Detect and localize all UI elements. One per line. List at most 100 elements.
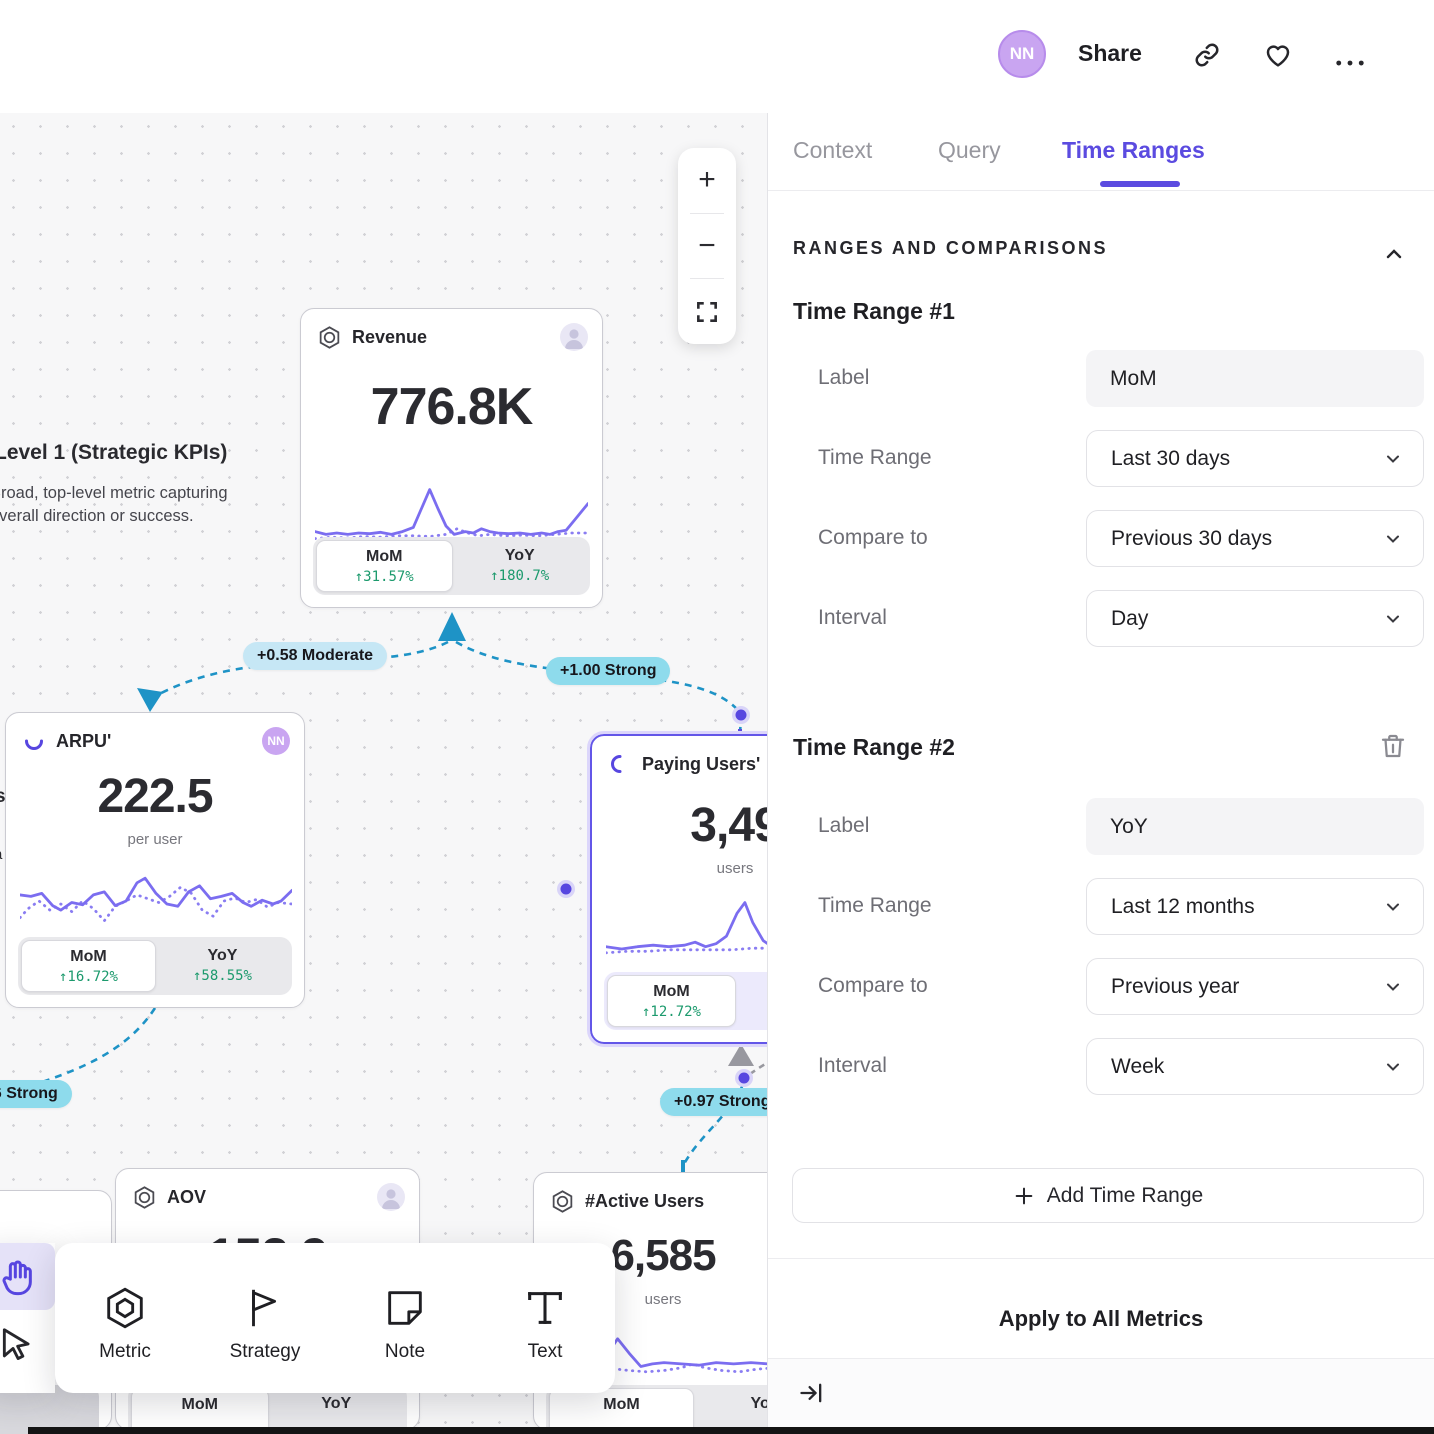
metric-value: 776.8K (301, 377, 602, 437)
card-title: AOV (167, 1187, 206, 1208)
toggle-label: MoM (132, 1395, 268, 1415)
owner-avatar-icon (377, 1183, 405, 1211)
favorite-heart-icon[interactable] (1263, 40, 1293, 70)
zoom-out-button[interactable]: − (678, 214, 736, 279)
interval-select[interactable]: Day (1086, 590, 1424, 647)
toggle-value: ↑31.57% (317, 567, 452, 587)
chevron-down-icon (1383, 1057, 1403, 1077)
add-time-range-label: Add Time Range (1047, 1184, 1203, 1208)
toolbar-strategy-button[interactable]: Strategy (205, 1273, 325, 1363)
field-label: Interval (818, 606, 887, 630)
toggle-label: YoY (694, 1394, 768, 1414)
metric-hexagon-icon (132, 1185, 157, 1210)
collapse-panel-icon[interactable] (798, 1379, 826, 1407)
cursor-icon (0, 1325, 36, 1363)
toggle-label: YoY (156, 946, 289, 966)
delete-time-range-icon[interactable] (1378, 731, 1408, 761)
fullscreen-button[interactable] (678, 279, 736, 344)
metric-value: 222.5 (6, 769, 304, 824)
metric-card-paying-users[interactable]: Paying Users' 3,49 users MoM ↑12.72% (590, 734, 768, 1044)
toggle-label: MoM (317, 547, 452, 567)
clipped-text-fragment: a (0, 846, 2, 863)
toggle-label: YoY (269, 1394, 405, 1414)
owner-avatar-icon (560, 323, 588, 351)
metric-hexagon-icon (317, 325, 342, 350)
compare-to-select[interactable]: Previous 30 days (1086, 510, 1424, 567)
chevron-down-icon (1383, 977, 1403, 997)
text-icon (485, 1273, 605, 1331)
toggle-yoy[interactable]: YoY ↑58.55% (156, 940, 289, 992)
correlation-badge[interactable]: +1.00 Strong (546, 657, 670, 685)
select-value: Previous 30 days (1111, 527, 1272, 551)
divider (768, 1258, 1434, 1259)
correlation-badge[interactable]: +0.58 Moderate (243, 642, 387, 670)
metric-card-revenue[interactable]: Revenue 776.8K MoM ↑31.57% YoY ↑180.7% (300, 308, 603, 608)
tab-query[interactable]: Query (938, 137, 1001, 164)
comparison-toggle: MoM ↑16.72% YoY ↑58.55% (18, 937, 292, 995)
toggle-yoy[interactable]: YoY ↑180.7% (453, 540, 588, 592)
hand-tool-button[interactable] (0, 1243, 55, 1310)
label-input[interactable]: MoM (1086, 350, 1424, 407)
toggle-label: MoM (608, 982, 735, 1002)
panel-footer (768, 1358, 1434, 1427)
chevron-up-icon[interactable] (1382, 242, 1406, 266)
card-title: ARPU' (56, 731, 111, 752)
interval-select[interactable]: Week (1086, 1038, 1424, 1095)
time-range-select[interactable]: Last 30 days (1086, 430, 1424, 487)
toggle-yoy[interactable] (736, 975, 768, 1027)
tab-context[interactable]: Context (793, 137, 872, 164)
more-options-icon[interactable] (1335, 48, 1365, 78)
metric-unit: users (592, 860, 768, 877)
metric-card-arpu[interactable]: ARPU' NN 222.5 per user MoM ↑16.72% YoY … (5, 712, 305, 1008)
hand-icon (0, 1257, 37, 1297)
add-time-range-button[interactable]: Add Time Range (792, 1168, 1424, 1223)
correlation-badge[interactable]: +0.97 Strong (660, 1088, 768, 1116)
toggle-value: ↑180.7% (453, 566, 588, 586)
toggle-value: ↑16.72% (22, 967, 155, 987)
level-annotation-desc-line1: Broad, top-level metric capturing (0, 482, 228, 505)
zoom-in-button[interactable]: + (678, 148, 736, 213)
card-title: Paying Users' (642, 754, 760, 775)
user-avatar[interactable]: NN (998, 30, 1046, 78)
note-icon (345, 1273, 465, 1331)
section-header[interactable]: RANGES AND COMPARISONS (793, 238, 1108, 259)
toolbar-label: Metric (65, 1341, 185, 1363)
toggle-label: MoM (550, 1395, 693, 1415)
chevron-down-icon (1383, 609, 1403, 629)
chevron-down-icon (1383, 449, 1403, 469)
toolbar-note-button[interactable]: Note (345, 1273, 465, 1363)
canvas[interactable]: Level 1 (Strategic KPIs) Broad, top-leve… (0, 0, 768, 1434)
comparison-toggle: MoM ↑12.72% (604, 972, 768, 1030)
sparkline-chart (606, 892, 768, 968)
toolbar-label: Text (485, 1341, 605, 1363)
toggle-mom[interactable]: MoM ↑12.72% (607, 975, 736, 1027)
toolbar-metric-button[interactable]: Metric (65, 1273, 185, 1363)
metric-hexagon-icon (65, 1273, 185, 1331)
select-value: Previous year (1111, 975, 1239, 999)
apply-all-metrics-button[interactable]: Apply to All Metrics (768, 1306, 1434, 1332)
tool-rail (0, 1243, 55, 1393)
active-tab-indicator (1100, 181, 1180, 187)
toolbar-label: Strategy (205, 1341, 325, 1363)
field-label: Compare to (818, 974, 928, 998)
select-tool-button[interactable] (0, 1310, 55, 1377)
tab-time-ranges[interactable]: Time Ranges (1062, 137, 1205, 164)
time-range-select[interactable]: Last 12 months (1086, 878, 1424, 935)
time-range-2-title: Time Range #2 (793, 734, 955, 761)
field-label: Label (818, 814, 869, 838)
field-label: Label (818, 366, 869, 390)
loading-spinner-icon (22, 729, 46, 753)
card-title: #Active Users (585, 1191, 704, 1212)
toggle-mom[interactable]: MoM ↑31.57% (316, 540, 453, 592)
compare-to-select[interactable]: Previous year (1086, 958, 1424, 1015)
label-input[interactable]: YoY (1086, 798, 1424, 855)
link-icon[interactable] (1192, 40, 1222, 70)
metric-value: 3,49 (592, 798, 768, 853)
app-header: NN Share (0, 0, 1434, 113)
share-button[interactable]: Share (1078, 40, 1142, 67)
toggle-mom[interactable]: MoM ↑16.72% (21, 940, 156, 992)
panel-tabs: Context Query Time Ranges (768, 125, 1434, 191)
chevron-down-icon (1383, 897, 1403, 917)
toolbar-text-button[interactable]: Text (485, 1273, 605, 1363)
correlation-badge[interactable]: 66 Strong (0, 1080, 72, 1108)
